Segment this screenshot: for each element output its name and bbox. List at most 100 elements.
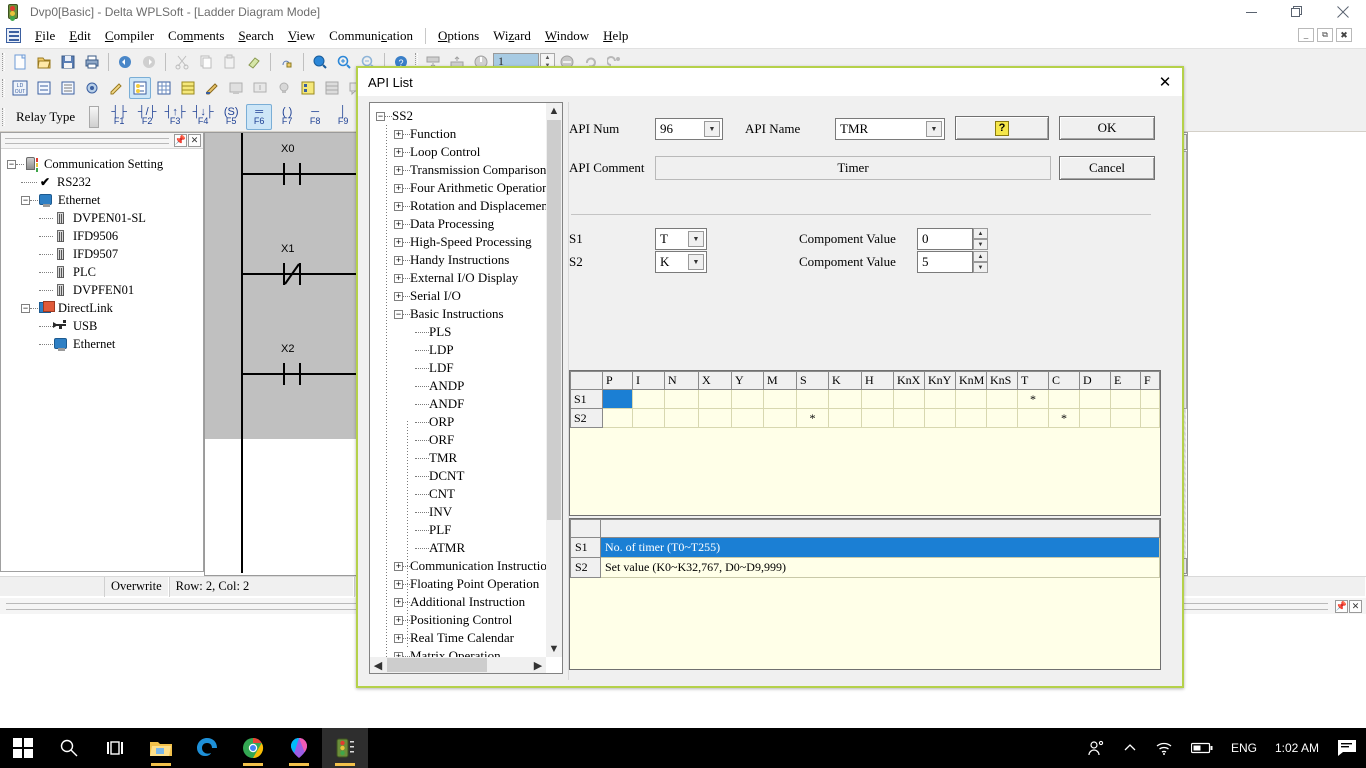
api-tree-item-ss2[interactable]: − SS2 (376, 107, 546, 125)
zoom-in-icon[interactable] (333, 51, 355, 73)
device-cell-s1-h[interactable] (862, 390, 894, 409)
undo-icon[interactable] (114, 51, 136, 73)
api-tree-item-plf[interactable]: PLF (376, 521, 546, 539)
device-cell-s1-kns[interactable] (987, 390, 1018, 409)
api-tree-item-function[interactable]: + Function (376, 125, 546, 143)
tree-item-communication-setting[interactable]: − Communication Setting (7, 155, 203, 173)
api-tree-item-rotation-and-displacement[interactable]: + Rotation and Displacement (376, 197, 546, 215)
api-tree-item-data-processing[interactable]: + Data Processing (376, 215, 546, 233)
device-cell-s1-s[interactable] (797, 390, 829, 409)
bottom-close-icon[interactable]: ✕ (1349, 600, 1362, 613)
ladder-symbol-icon[interactable] (129, 77, 151, 99)
toolbar-grip-3[interactable] (2, 79, 5, 97)
compile-icon[interactable] (276, 51, 298, 73)
device-cell-s2-i[interactable] (633, 409, 665, 428)
device-cell-s2-n[interactable] (665, 409, 699, 428)
device-cell-s2-t[interactable] (1018, 409, 1049, 428)
tree-item-ethernet[interactable]: − Ethernet (7, 191, 203, 209)
api-tree-item-tmr[interactable]: TMR (376, 449, 546, 467)
edit-pencil-icon[interactable] (105, 77, 127, 99)
eraser-icon[interactable] (243, 51, 265, 73)
expander-plus-icon[interactable]: + (394, 166, 403, 175)
simulator-icon[interactable] (81, 77, 103, 99)
mdi-close-button[interactable]: ✖ (1336, 28, 1352, 42)
api-tree-item-cnt[interactable]: CNT (376, 485, 546, 503)
table-row[interactable]: S2 * (571, 409, 1160, 428)
api-tree-item-ldf[interactable]: LDF (376, 359, 546, 377)
api-tree-item-atmr[interactable]: ATMR (376, 539, 546, 557)
rising-edge-contact-button[interactable]: ┤↑├ F3 (162, 104, 188, 130)
api-tree-item-andp[interactable]: ANDP (376, 377, 546, 395)
list-item[interactable]: S2 Set value (K0~K32,767, D0~D9,999) (571, 558, 1160, 578)
toolbar-grip-4[interactable] (2, 108, 5, 126)
expander-plus-icon[interactable]: + (394, 202, 403, 211)
menu-search[interactable]: Search (231, 26, 280, 46)
copy-icon[interactable] (195, 51, 217, 73)
cancel-button[interactable]: Cancel (1059, 156, 1155, 180)
expander-plus-icon[interactable]: + (394, 130, 403, 139)
register-icon[interactable] (321, 77, 343, 99)
cut-icon[interactable] (171, 51, 193, 73)
list-item[interactable]: S1 No. of timer (T0~T255) (571, 538, 1160, 558)
monitor-on-icon[interactable] (249, 77, 271, 99)
api-instruction-tree[interactable]: − SS2 + Function + Loop Control + Transm… (370, 103, 546, 657)
chevron-down-icon[interactable]: ▼ (926, 121, 942, 137)
program-icon[interactable] (297, 77, 319, 99)
normally-open-contact-button[interactable]: ┤├ F1 (106, 104, 132, 130)
device-cell-s1-knx[interactable] (894, 390, 925, 409)
device-cell-s1-n[interactable] (665, 390, 699, 409)
action-center-icon[interactable] (1328, 728, 1366, 768)
menu-options[interactable]: Options (431, 26, 486, 46)
tree-item-dvpen01-sl[interactable]: DVPEN01-SL (7, 209, 203, 227)
device-cell-s2-x[interactable] (699, 409, 732, 428)
expander-plus-icon[interactable]: + (394, 274, 403, 283)
show-hidden-icons-icon[interactable] (1114, 728, 1146, 768)
chevron-down-icon[interactable]: ▼ (704, 121, 720, 137)
instruction-list-icon[interactable] (57, 77, 79, 99)
api-tree-item-real-time-calendar[interactable]: + Real Time Calendar (376, 629, 546, 647)
normally-closed-contact-button[interactable]: ┤/├ F2 (134, 104, 160, 130)
vertical-line-button[interactable]: │ F9 (330, 104, 356, 130)
api-tree-item-inv[interactable]: INV (376, 503, 546, 521)
menu-compiler[interactable]: Compiler (98, 26, 161, 46)
microsoft-edge-button[interactable] (184, 728, 230, 768)
save-icon[interactable] (57, 51, 79, 73)
falling-edge-contact-button[interactable]: ┤↓├ F4 (190, 104, 216, 130)
device-cell-s2-e[interactable] (1111, 409, 1141, 428)
device-cell-s1-e[interactable] (1111, 390, 1141, 409)
table-row[interactable]: S1 (571, 390, 1160, 409)
device-cell-s2-p[interactable] (603, 409, 633, 428)
output-coil-button[interactable]: ( ) F7 (274, 104, 300, 130)
expander-minus-icon[interactable]: − (376, 112, 385, 121)
help-button[interactable]: ? (955, 116, 1049, 140)
expander-plus-icon[interactable]: + (394, 148, 403, 157)
bulb-icon[interactable] (273, 77, 295, 99)
wifi-icon[interactable] (1146, 728, 1182, 768)
api-tree-scroll-up-button[interactable]: ▲ (546, 103, 562, 119)
task-view-button[interactable] (92, 728, 138, 768)
api-tree-horizontal-scrollbar[interactable]: ◀ ▶ (370, 657, 546, 673)
start-button[interactable] (0, 728, 46, 768)
bottom-pin-icon[interactable]: 📌 (1335, 600, 1348, 613)
api-tree-hscroll-thumb[interactable] (387, 658, 487, 672)
grid-icon[interactable] (153, 77, 175, 99)
tree-item-rs232[interactable]: ✔ RS232 (7, 173, 203, 191)
device-cell-s1-x[interactable] (699, 390, 732, 409)
google-chrome-button[interactable] (230, 728, 276, 768)
api-tree-item-matrix-operation[interactable]: + Matrix Operation (376, 647, 546, 657)
clock[interactable]: 1:02 AM (1266, 728, 1328, 768)
api-tree-scroll-thumb[interactable] (547, 120, 561, 520)
api-tree-scroll-down-button[interactable]: ▼ (546, 641, 562, 657)
expander-minus-icon[interactable]: − (21, 196, 30, 205)
tree-item-dvpfen01[interactable]: DVPFEN01 (7, 281, 203, 299)
expander-plus-icon[interactable]: + (394, 616, 403, 625)
device-cell-s2-s[interactable]: * (797, 409, 829, 428)
language-indicator[interactable]: ENG (1222, 728, 1266, 768)
expander-plus-icon[interactable]: + (394, 220, 403, 229)
api-tree-item-additional-instruction[interactable]: + Additional Instruction (376, 593, 546, 611)
search-button[interactable] (46, 728, 92, 768)
api-tree-item-high-speed-processing[interactable]: + High-Speed Processing (376, 233, 546, 251)
api-tree-item-ldp[interactable]: LDP (376, 341, 546, 359)
device-cell-s1-m[interactable] (764, 390, 797, 409)
marker-icon[interactable] (201, 77, 223, 99)
